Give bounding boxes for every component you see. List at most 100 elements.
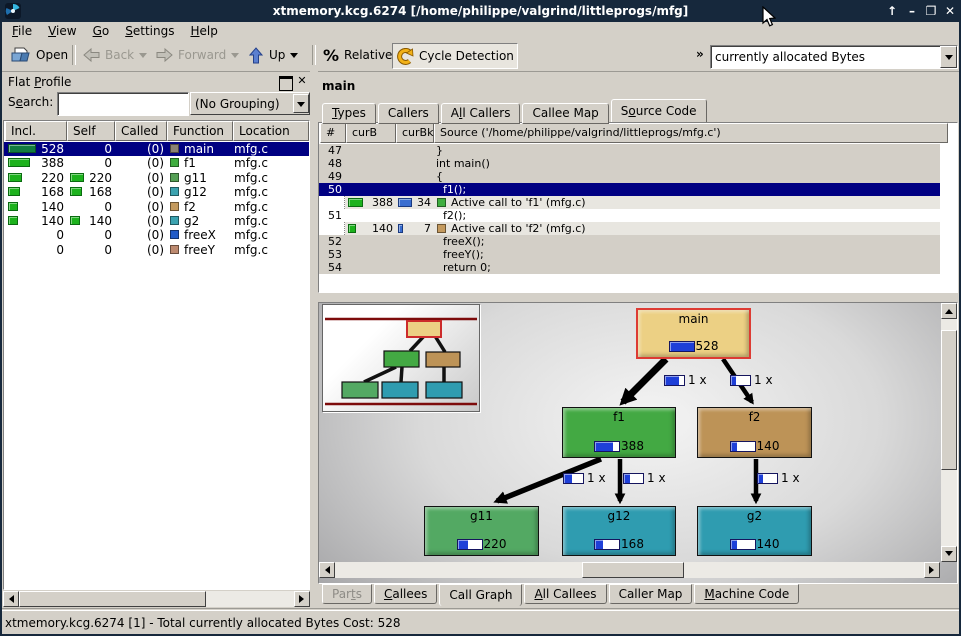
location-value: mfg.c bbox=[234, 185, 268, 199]
table-row[interactable]: 140140(0)g2mfg.c bbox=[4, 214, 309, 228]
tab-machine-code[interactable]: Machine Code bbox=[694, 584, 799, 604]
edge-call-count[interactable]: 1 x bbox=[623, 472, 666, 484]
source-line[interactable]: 50 f1(); bbox=[319, 183, 940, 196]
column-header-incl[interactable]: Incl. bbox=[5, 121, 67, 141]
minimize-button[interactable]: – bbox=[903, 0, 921, 22]
up-dropdown-icon[interactable] bbox=[290, 53, 298, 62]
forward-label: Forward bbox=[178, 48, 226, 62]
column-header-function[interactable]: Function bbox=[167, 121, 233, 141]
edge-call-count[interactable]: 1 x bbox=[563, 472, 606, 484]
table-row[interactable]: 168168(0)g12mfg.c bbox=[4, 185, 309, 199]
float-panel-icon[interactable] bbox=[279, 76, 293, 91]
graph-node-g11[interactable]: g11220 bbox=[424, 506, 539, 556]
graph-node-g2[interactable]: g2140 bbox=[697, 506, 812, 556]
scroll-left-button[interactable] bbox=[3, 591, 19, 607]
source-line[interactable]: 48int main() bbox=[319, 157, 940, 170]
relative-button[interactable]: % Relative bbox=[320, 43, 395, 67]
scrollbar-thumb[interactable] bbox=[941, 330, 957, 470]
scroll-up-button[interactable] bbox=[941, 303, 957, 319]
tab-callers[interactable]: Callers bbox=[378, 103, 439, 124]
combo-dropdown-button[interactable] bbox=[940, 46, 957, 68]
table-row[interactable]: 220220(0)g11mfg.c bbox=[4, 171, 309, 185]
tab-types[interactable]: Types bbox=[322, 103, 376, 124]
table-row[interactable]: 3880(0)f1mfg.c bbox=[4, 156, 309, 170]
scroll-right-button[interactable] bbox=[294, 591, 310, 607]
tab-callee-map[interactable]: Callee Map bbox=[522, 103, 608, 124]
graph-node-g12[interactable]: g12168 bbox=[562, 506, 676, 556]
forward-dropdown-icon[interactable] bbox=[231, 53, 239, 62]
column-header-called[interactable]: Called bbox=[115, 121, 167, 141]
graph-overview-minimap[interactable] bbox=[322, 304, 480, 412]
column-header-#[interactable]: # bbox=[320, 123, 346, 143]
up-button[interactable]: Up bbox=[245, 43, 301, 67]
menu-item-help[interactable]: Help bbox=[182, 22, 225, 40]
open-button[interactable]: Open bbox=[8, 43, 71, 67]
source-line[interactable]: 53 freeY(); bbox=[319, 248, 940, 261]
forward-button[interactable]: Forward bbox=[153, 43, 242, 67]
source-line[interactable]: 51 f2(); bbox=[319, 209, 940, 222]
tab-parts[interactable]: Parts bbox=[322, 584, 372, 604]
curbk-value: 34 bbox=[395, 196, 431, 209]
table-row[interactable]: 5280(0)mainmfg.c bbox=[4, 142, 309, 156]
close-button[interactable]: ✕ bbox=[941, 0, 959, 22]
edge-call-count[interactable]: 1 x bbox=[664, 374, 707, 386]
horizontal-scrollbar[interactable] bbox=[3, 591, 310, 607]
menu-item-file[interactable]: File bbox=[4, 22, 40, 40]
dock-titlebar[interactable]: Flat Profile ✕ bbox=[2, 73, 310, 91]
splitter-handle[interactable] bbox=[310, 71, 318, 612]
tab-caller-map[interactable]: Caller Map bbox=[609, 584, 693, 604]
column-header-self[interactable]: Self bbox=[67, 121, 115, 141]
table-row[interactable]: 00(0)freeXmfg.c bbox=[4, 228, 309, 242]
source-call-annotation[interactable]: 1407Active call to 'f2' (mfg.c) bbox=[319, 222, 940, 235]
menu-item-go[interactable]: Go bbox=[85, 22, 118, 40]
scrollbar-thumb[interactable] bbox=[582, 562, 684, 578]
event-type-combobox[interactable]: currently allocated Bytes bbox=[710, 45, 958, 69]
maximize-button[interactable]: ❐ bbox=[922, 0, 940, 22]
source-call-annotation[interactable]: 38834Active call to 'f1' (mfg.c) bbox=[319, 196, 940, 209]
menu-item-view[interactable]: View bbox=[40, 22, 84, 40]
combo-dropdown-button[interactable] bbox=[293, 94, 309, 113]
menu-item-settings[interactable]: Settings bbox=[117, 22, 182, 40]
title-bar[interactable]: xtmemory.kcg.6274 [/home/philippe/valgri… bbox=[0, 0, 961, 22]
table-row[interactable]: 1400(0)f2mfg.c bbox=[4, 200, 309, 214]
column-header-curb[interactable]: curB bbox=[346, 123, 396, 143]
scroll-right-button[interactable] bbox=[924, 562, 940, 578]
selected-function-title: main bbox=[322, 79, 355, 93]
splitter-handle[interactable] bbox=[318, 293, 958, 302]
tab-all-callees[interactable]: All Callees bbox=[524, 584, 606, 604]
source-line[interactable]: 54 return 0; bbox=[319, 261, 940, 274]
self-value: 220 bbox=[66, 171, 112, 185]
edge-cost-bar bbox=[730, 375, 751, 386]
source-line[interactable]: 49{ bbox=[319, 170, 940, 183]
scrollbar-thumb[interactable] bbox=[19, 591, 206, 607]
column-header-source[interactable]: Source ('/home/philippe/valgrind/littlep… bbox=[434, 123, 948, 143]
tab-all-callers[interactable]: All Callers bbox=[441, 103, 521, 124]
shade-button[interactable]: ↑ bbox=[883, 0, 901, 22]
tab-callees[interactable]: Callees bbox=[374, 584, 437, 604]
table-row[interactable]: 00(0)freeYmfg.c bbox=[4, 243, 309, 257]
close-panel-icon[interactable]: ✕ bbox=[296, 76, 308, 87]
grouping-combobox[interactable]: (No Grouping) bbox=[190, 92, 310, 115]
menu-bar: FileViewGoSettingsHelp bbox=[0, 22, 961, 40]
tab-call-graph[interactable]: Call Graph bbox=[439, 584, 522, 606]
graph-node-main[interactable]: main528 bbox=[636, 308, 751, 359]
tab-source-code[interactable]: Source Code bbox=[611, 99, 707, 122]
back-dropdown-icon[interactable] bbox=[139, 53, 147, 62]
horizontal-scrollbar[interactable] bbox=[319, 562, 940, 578]
column-header-curbk[interactable]: curBk bbox=[396, 123, 434, 143]
scroll-down-button[interactable] bbox=[941, 546, 957, 562]
cycle-detection-button[interactable]: Cycle Detection bbox=[392, 43, 518, 69]
edge-call-count[interactable]: 1 x bbox=[757, 472, 800, 484]
scroll-left-button[interactable] bbox=[319, 562, 335, 578]
toolbar-overflow-chevron[interactable]: » bbox=[696, 47, 704, 61]
back-label: Back bbox=[105, 48, 134, 62]
search-input[interactable] bbox=[57, 92, 189, 116]
vertical-scrollbar[interactable] bbox=[941, 303, 957, 562]
source-line[interactable]: 52 freeX(); bbox=[319, 235, 940, 248]
graph-node-f1[interactable]: f1388 bbox=[562, 407, 676, 458]
back-button[interactable]: Back bbox=[80, 43, 150, 67]
edge-call-count[interactable]: 1 x bbox=[730, 374, 773, 386]
column-header-location[interactable]: Location bbox=[233, 121, 309, 141]
source-line[interactable]: 47} bbox=[319, 144, 940, 157]
graph-node-f2[interactable]: f2140 bbox=[697, 407, 812, 458]
